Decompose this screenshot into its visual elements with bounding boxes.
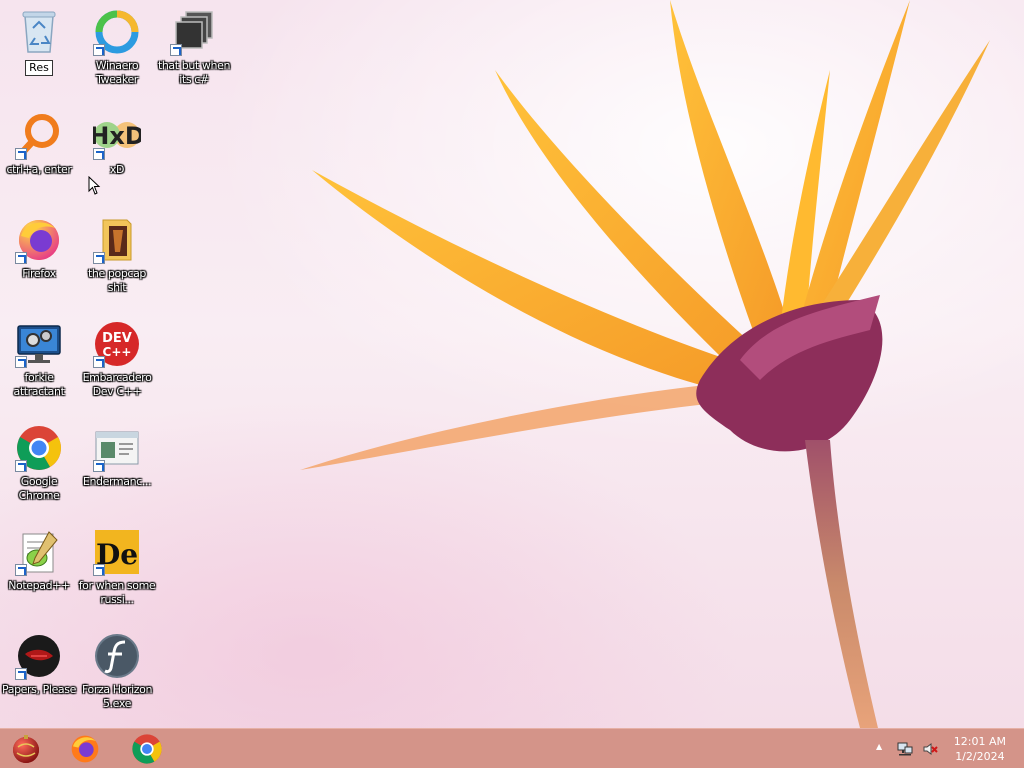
shortcut-arrow-icon — [93, 564, 105, 576]
desktop-icon-label: that but when its c# — [157, 59, 231, 86]
desktop-icon-label: Google Chrome — [18, 475, 60, 502]
desktop-icon-firefox[interactable]: Firefox — [0, 216, 78, 281]
desktop-icon-label: xD — [109, 163, 125, 176]
desktop-icon-label: Endermanc... — [82, 475, 152, 488]
desktop-icon-embarcadero-dev-cpp[interactable]: DEV C++ Embarcadero Dev C++ — [78, 320, 156, 399]
desktop-icon-endermanch[interactable]: Endermanc... — [78, 424, 156, 489]
desktop-icon-label: Winaero Tweaker — [95, 59, 139, 86]
shortcut-arrow-icon — [15, 564, 27, 576]
desktop-icon-forkie-attractant[interactable]: forkie attractant — [0, 320, 78, 399]
desktop-icon-label: forkie attractant — [13, 371, 65, 398]
rename-textbox[interactable]: Res — [25, 60, 53, 76]
shortcut-arrow-icon — [93, 460, 105, 472]
recycle-bin-icon — [22, 11, 56, 53]
taskbar: ▲ 12:01 AM 1/2/2024 — [0, 728, 1024, 768]
desktop-icon-forza-horizon-5[interactable]: Forza Horizon 5.exe — [78, 632, 156, 711]
taskbar-firefox-button[interactable] — [69, 733, 101, 765]
desktop-icon-for-when-some-russian[interactable]: De for when some russi... — [78, 528, 156, 607]
shortcut-arrow-icon — [15, 252, 27, 264]
desktop-icon-notepad-plus-plus[interactable]: Notepad++ — [0, 528, 78, 593]
desktop-icon-label: Firefox — [22, 267, 56, 280]
desktop-icon-label: for when some russi... — [78, 579, 156, 606]
volume-muted-icon[interactable] — [922, 741, 938, 757]
shortcut-arrow-icon — [15, 668, 27, 680]
start-button[interactable] — [10, 733, 42, 765]
dev-cpp-text-bottom: C++ — [103, 345, 132, 359]
hxd-mark: HxD — [93, 122, 141, 150]
dev-cpp-text-top: DEV — [102, 331, 132, 346]
desktop-icon-ctrl-a-enter[interactable]: ctrl+a, enter — [0, 112, 78, 177]
start-orb-icon — [13, 735, 39, 763]
desktop-icon-label: Forza Horizon 5.exe — [81, 683, 153, 710]
desktop-icon-papers-please[interactable]: Papers, Please — [0, 632, 78, 697]
shortcut-arrow-icon — [93, 356, 105, 368]
desktop-icon-label: ctrl+a, enter — [6, 163, 72, 176]
desktop-icon-label: Embarcadero Dev C++ — [82, 371, 152, 398]
mouse-cursor-icon — [88, 176, 101, 195]
desktop-icon-label: Papers, Please — [2, 683, 76, 696]
shortcut-arrow-icon — [15, 460, 27, 472]
desktop-icon-label: the popcap shit — [87, 267, 146, 294]
tray-overflow-button[interactable]: ▲ — [876, 742, 882, 751]
shortcut-arrow-icon — [93, 252, 105, 264]
clock-date: 1/2/2024 — [955, 750, 1005, 763]
desktop-icon-that-but-when-its-csharp[interactable]: that but when its c# — [155, 8, 233, 87]
system-clock[interactable]: 12:01 AM 1/2/2024 — [954, 734, 1006, 764]
shortcut-arrow-icon — [170, 44, 182, 56]
desktop[interactable]: Res Winaero Tweaker that but when its c# — [0, 0, 1024, 728]
desktop-icon-xd[interactable]: HxD xD — [78, 112, 156, 177]
desktop-icon-the-popcap-shit[interactable]: the popcap shit — [78, 216, 156, 295]
shortcut-arrow-icon — [93, 148, 105, 160]
flash-f-icon — [95, 634, 139, 678]
shortcut-arrow-icon — [15, 356, 27, 368]
chrome-icon — [132, 734, 162, 764]
desktop-icon-google-chrome[interactable]: Google Chrome — [0, 424, 78, 503]
shortcut-arrow-icon — [93, 44, 105, 56]
desktop-icon-winaero-tweaker[interactable]: Winaero Tweaker — [78, 8, 156, 87]
clock-time: 12:01 AM — [953, 735, 1006, 748]
shortcut-arrow-icon — [15, 148, 27, 160]
taskbar-chrome-button[interactable] — [131, 733, 163, 765]
network-icon[interactable] — [897, 741, 913, 757]
firefox-icon — [71, 735, 99, 763]
desktop-icon-recycle-bin[interactable]: Res — [0, 8, 78, 76]
desktop-icon-label: Notepad++ — [8, 579, 70, 592]
